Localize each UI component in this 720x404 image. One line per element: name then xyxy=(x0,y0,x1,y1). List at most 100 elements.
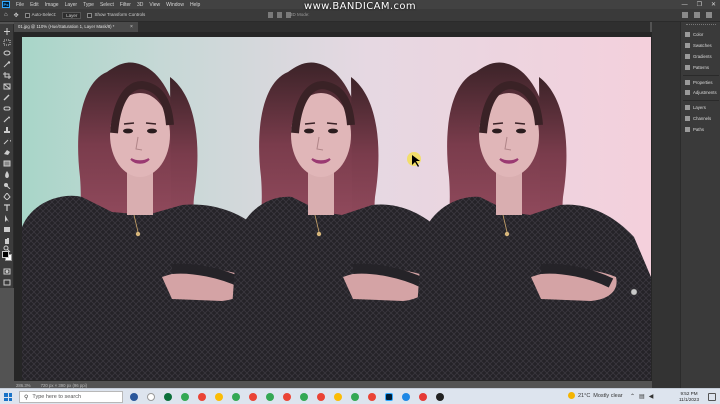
frame-tool-icon[interactable] xyxy=(3,83,11,90)
close-button[interactable]: ✕ xyxy=(711,1,716,8)
crop-tool-icon[interactable] xyxy=(3,72,11,79)
document-canvas[interactable] xyxy=(22,37,651,380)
panel-grip-icon[interactable] xyxy=(686,24,716,26)
panel-channels[interactable]: Channels xyxy=(685,114,711,122)
taskbar-app-icon[interactable] xyxy=(400,391,412,403)
taskbar-app-icon[interactable] xyxy=(298,391,310,403)
rectangle-tool-icon[interactable] xyxy=(3,226,11,233)
show-transform-label: Show Transform Controls xyxy=(94,12,146,18)
document-tab-title: 01.jpg @ 110% (Hue/Saturation 1, Layer M… xyxy=(18,24,115,29)
menu-select[interactable]: Select xyxy=(97,2,117,8)
chevron-up-icon[interactable]: ⌃ xyxy=(630,393,635,400)
menu-window[interactable]: Window xyxy=(163,2,187,8)
taskbar-app-icon[interactable] xyxy=(196,391,208,403)
menu-type[interactable]: Type xyxy=(80,2,97,8)
show-transform-group: Show Transform Controls xyxy=(87,12,146,18)
quick-select-tool-icon[interactable] xyxy=(3,61,11,68)
show-transform-checkbox[interactable] xyxy=(87,12,93,18)
menu-edit[interactable]: Edit xyxy=(27,2,42,8)
blur-tool-icon[interactable] xyxy=(3,171,11,178)
network-icon[interactable]: ▤ xyxy=(639,393,645,400)
minimize-button[interactable]: — xyxy=(682,2,688,8)
gradient-tool-icon[interactable] xyxy=(3,160,11,167)
taskbar-app-icon[interactable] xyxy=(145,391,157,403)
auto-select-checkbox[interactable] xyxy=(24,12,30,18)
move-tool-preset-icon[interactable]: ✥ xyxy=(14,12,19,19)
taskbar-app-icon[interactable] xyxy=(417,391,429,403)
share-icon[interactable] xyxy=(706,12,712,18)
volume-icon[interactable]: ◀ xyxy=(649,393,654,400)
figure-right xyxy=(412,62,651,380)
panel-gradients[interactable]: Gradients xyxy=(685,52,712,60)
taskbar-app-icon[interactable] xyxy=(128,391,140,403)
taskbar-app-icon[interactable] xyxy=(213,391,225,403)
panel-divider xyxy=(683,75,719,76)
align-left-icon[interactable] xyxy=(268,12,273,18)
taskbar-app-icon[interactable] xyxy=(281,391,293,403)
history-brush-tool-icon[interactable] xyxy=(3,138,11,145)
menu-file[interactable]: File xyxy=(13,2,27,8)
taskbar-app-icon[interactable] xyxy=(247,391,259,403)
panel-swatches[interactable]: Swatches xyxy=(685,41,712,49)
panel-paths[interactable]: Paths xyxy=(685,125,704,133)
taskbar-app-icon[interactable] xyxy=(366,391,378,403)
quick-mask-icon[interactable] xyxy=(3,268,11,275)
move-tool-icon[interactable] xyxy=(3,28,11,35)
screen-mode-icon[interactable] xyxy=(3,279,11,286)
taskbar-app-icon[interactable] xyxy=(264,391,276,403)
dodge-tool-icon[interactable] xyxy=(3,182,11,189)
menu-view[interactable]: View xyxy=(146,2,163,8)
taskbar-app-icon[interactable] xyxy=(349,391,361,403)
taskbar-app-icon[interactable] xyxy=(315,391,327,403)
windows-start-icon[interactable] xyxy=(4,393,12,401)
lasso-tool-icon[interactable] xyxy=(3,50,11,57)
taskbar-app-icon[interactable] xyxy=(179,391,191,403)
taskbar-app-icon[interactable] xyxy=(162,391,174,403)
path-select-tool-icon[interactable] xyxy=(3,215,11,222)
taskbar-app-icon[interactable] xyxy=(434,391,446,403)
weather-description: Mostly clear xyxy=(593,392,623,399)
pen-tool-icon[interactable] xyxy=(3,193,11,200)
panel-color-label: Color xyxy=(693,31,704,37)
taskbar-search-box[interactable]: ⚲ Type here to search xyxy=(19,391,123,403)
marquee-tool-icon[interactable] xyxy=(3,39,11,46)
clone-stamp-tool-icon[interactable] xyxy=(3,127,11,134)
healing-brush-tool-icon[interactable] xyxy=(3,105,11,112)
panel-properties[interactable]: Properties xyxy=(685,78,713,86)
notifications-icon[interactable] xyxy=(708,393,716,401)
align-center-icon[interactable] xyxy=(277,12,282,18)
panel-adjustments[interactable]: Adjustments xyxy=(685,88,717,96)
weather-widget[interactable]: 21°C Mostly clear xyxy=(568,392,623,399)
document-close-icon[interactable]: × xyxy=(130,22,133,32)
panel-channels-label: Channels xyxy=(693,115,712,121)
taskbar-app-icon[interactable] xyxy=(383,391,395,403)
home-icon[interactable]: ⌂ xyxy=(4,12,8,18)
menu-help[interactable]: Help xyxy=(187,2,203,8)
panel-patterns[interactable]: Patterns xyxy=(685,63,709,71)
menu-3d[interactable]: 3D xyxy=(134,2,146,8)
layers-panel-icon xyxy=(685,104,690,110)
menu-layer[interactable]: Layer xyxy=(62,2,81,8)
hand-tool-icon[interactable] xyxy=(3,237,11,244)
type-tool-icon[interactable] xyxy=(3,204,11,211)
document-tab[interactable]: 01.jpg @ 110% (Hue/Saturation 1, Layer M… xyxy=(14,22,138,32)
panel-color[interactable]: Color xyxy=(685,30,703,38)
search-icon[interactable] xyxy=(682,12,688,18)
auto-select-target-dropdown[interactable]: Layer xyxy=(62,11,82,19)
zoom-tool-icon[interactable] xyxy=(3,245,11,252)
eraser-tool-icon[interactable] xyxy=(3,149,11,156)
panel-layers[interactable]: Layers xyxy=(685,103,706,111)
menu-image[interactable]: Image xyxy=(42,2,62,8)
taskbar-app-icon[interactable] xyxy=(230,391,242,403)
zoom-level[interactable]: 286.3% xyxy=(16,383,31,388)
taskbar-app-icon[interactable] xyxy=(332,391,344,403)
workspace-icon[interactable] xyxy=(694,12,700,18)
brush-tool-icon[interactable] xyxy=(3,116,11,123)
menu-filter[interactable]: Filter xyxy=(117,2,134,8)
maximize-button[interactable]: ❐ xyxy=(697,1,702,8)
taskbar-clock[interactable]: 9:52 PM 11/1/2023 xyxy=(674,391,704,403)
eyedropper-tool-icon[interactable] xyxy=(3,94,11,101)
foreground-color-swatch[interactable] xyxy=(2,251,9,258)
search-icon: ⚲ xyxy=(24,394,29,401)
options-right-icons xyxy=(682,12,712,18)
